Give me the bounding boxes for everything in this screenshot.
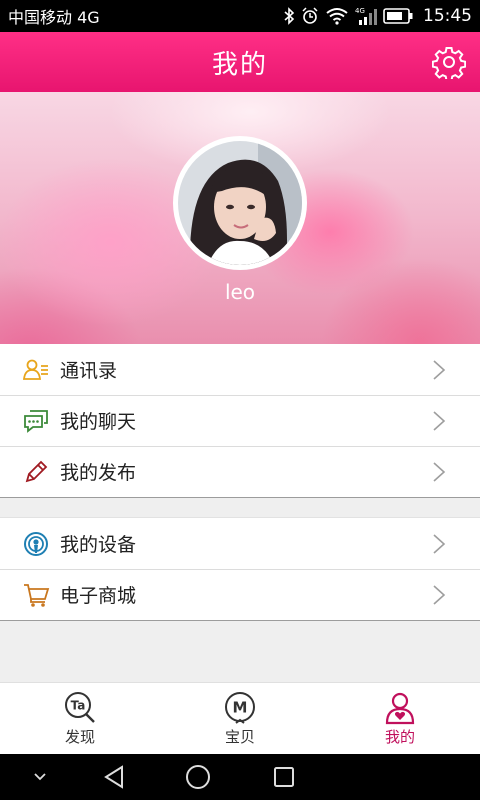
baby-icon: M	[225, 692, 255, 724]
chat-icon	[22, 407, 50, 435]
menu-item-label: 我的发布	[60, 462, 137, 484]
back-triangle-icon	[104, 765, 123, 789]
tab-baby[interactable]: M 宝贝	[160, 683, 320, 754]
app-header: 我的	[0, 32, 480, 92]
nav-collapse-button[interactable]	[26, 763, 54, 791]
recents-square-icon	[274, 767, 294, 787]
contacts-icon	[22, 356, 50, 384]
menu-item-label: 电子商城	[60, 585, 137, 607]
home-circle-icon	[186, 765, 210, 789]
chevron-right-icon	[433, 360, 446, 380]
svg-text:M: M	[233, 699, 248, 717]
chevron-right-icon	[433, 585, 446, 605]
menu-group-secondary: 我的设备 电子商城	[0, 517, 480, 621]
status-bar: 中国移动 4G 4G 15:45	[0, 0, 480, 32]
svg-text:Ta: Ta	[71, 699, 86, 713]
menu-group-primary: 通讯录 我的聊天 我的发布	[0, 344, 480, 498]
nav-recents-button[interactable]	[266, 763, 302, 791]
tab-discover[interactable]: Ta 发现	[0, 683, 160, 754]
menu-item-label: 我的设备	[60, 534, 137, 556]
settings-button[interactable]	[431, 45, 467, 82]
profile-icon	[385, 692, 415, 725]
username: leo	[224, 280, 256, 304]
chevron-right-icon	[433, 534, 446, 554]
system-nav-bar	[0, 754, 480, 800]
tab-label: 我的	[384, 728, 415, 746]
status-icons: 4G 15:45	[283, 6, 472, 26]
chevron-right-icon	[433, 411, 446, 431]
avatar[interactable]	[173, 136, 307, 270]
menu-item-label: 通讯录	[60, 360, 118, 382]
chevron-right-icon	[433, 462, 446, 482]
network-badge: 4G	[355, 7, 365, 15]
discover-icon: Ta	[65, 692, 95, 723]
cart-icon	[22, 581, 50, 609]
menu-item-my-devices[interactable]: 我的设备	[0, 518, 480, 569]
avatar-photo	[178, 141, 302, 265]
menu-item-e-shop[interactable]: 电子商城	[0, 569, 480, 620]
nav-home-button[interactable]	[180, 763, 216, 791]
tab-mine[interactable]: 我的	[320, 683, 480, 754]
gear-icon	[431, 47, 467, 82]
menu-item-label: 我的聊天	[60, 411, 137, 433]
alarm-icon	[302, 7, 318, 24]
nav-back-button[interactable]	[96, 763, 132, 791]
wifi-icon	[326, 8, 348, 25]
bottom-tab-bar: Ta 发现 M 宝贝 我的	[0, 682, 480, 754]
menu-item-my-posts[interactable]: 我的发布	[0, 446, 480, 497]
chevron-down-icon	[34, 773, 46, 781]
clock: 15:45	[423, 6, 472, 26]
menu-item-my-chats[interactable]: 我的聊天	[0, 395, 480, 446]
device-icon	[22, 530, 50, 558]
pencil-icon	[22, 458, 50, 486]
battery-icon	[383, 8, 413, 24]
carrier-label: 中国移动 4G	[8, 8, 100, 27]
menu-item-contacts[interactable]: 通讯录	[0, 344, 480, 395]
tab-label: 发现	[64, 728, 95, 746]
bluetooth-icon	[284, 7, 295, 25]
page-title: 我的	[211, 49, 268, 80]
signal-icon: 4G	[355, 7, 377, 25]
profile-banner: leo	[0, 92, 480, 344]
tab-label: 宝贝	[224, 728, 255, 746]
